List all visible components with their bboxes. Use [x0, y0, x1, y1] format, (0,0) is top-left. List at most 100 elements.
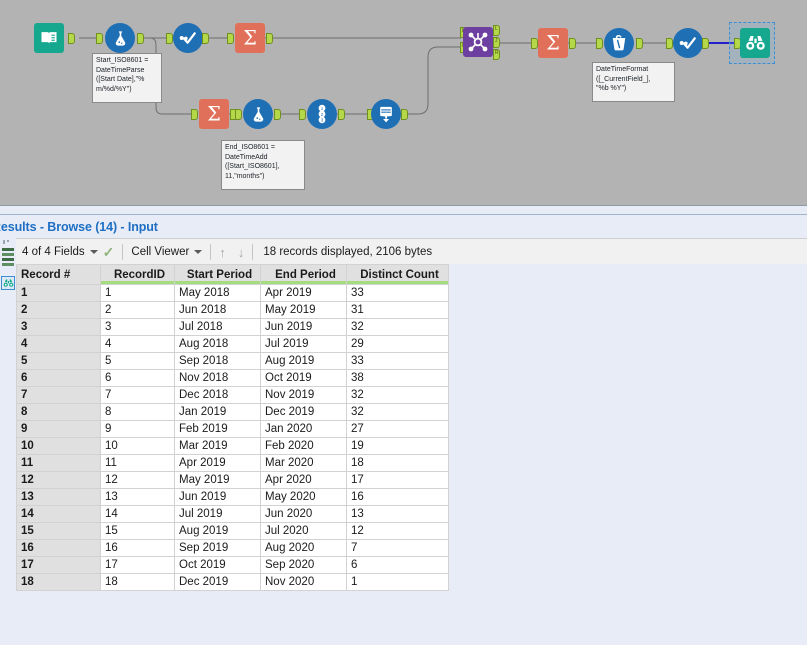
cell-distinct-count[interactable]: 7: [346, 539, 449, 557]
cell-end-period[interactable]: May 2019: [260, 301, 347, 319]
cell-record-number[interactable]: 3: [16, 318, 101, 336]
output-anchor[interactable]: [266, 33, 273, 44]
arrow-up-icon[interactable]: ↑: [213, 245, 232, 260]
cell-distinct-count[interactable]: 29: [346, 335, 449, 353]
cell-end-period[interactable]: Apr 2020: [260, 471, 347, 489]
input-anchor[interactable]: [531, 38, 538, 49]
table-row[interactable]: 3 3 Jul 2018 Jun 2019 32: [16, 318, 449, 336]
cell-start-period[interactable]: Aug 2018: [174, 335, 261, 353]
cell-distinct-count[interactable]: 16: [346, 488, 449, 506]
cell-recordid[interactable]: 3: [100, 318, 175, 336]
cell-start-period[interactable]: Apr 2019: [174, 454, 261, 472]
cell-distinct-count[interactable]: 31: [346, 301, 449, 319]
table-row[interactable]: 7 7 Dec 2018 Nov 2019 32: [16, 386, 449, 404]
cell-start-period[interactable]: May 2018: [174, 284, 261, 302]
append-fields-tool[interactable]: [371, 99, 401, 129]
browse-tool[interactable]: [740, 28, 770, 58]
cell-recordid[interactable]: 18: [100, 573, 175, 591]
cell-start-period[interactable]: Jul 2018: [174, 318, 261, 336]
output-anchor[interactable]: [702, 38, 709, 49]
input-anchor[interactable]: [191, 109, 198, 120]
cell-start-period[interactable]: Jul 2019: [174, 505, 261, 523]
input-anchor[interactable]: [299, 109, 306, 120]
table-row[interactable]: 17 17 Oct 2019 Sep 2020 6: [16, 556, 449, 574]
input-data-tool[interactable]: [34, 23, 64, 53]
table-row[interactable]: 9 9 Feb 2019 Jan 2020 27: [16, 420, 449, 438]
summarize-tool[interactable]: Σ: [235, 23, 265, 53]
cell-end-period[interactable]: Dec 2019: [260, 403, 347, 421]
cell-distinct-count[interactable]: 13: [346, 505, 449, 523]
cell-distinct-count[interactable]: 33: [346, 284, 449, 302]
cell-distinct-count[interactable]: 17: [346, 471, 449, 489]
select-tool[interactable]: [173, 23, 203, 53]
cell-distinct-count[interactable]: 19: [346, 437, 449, 455]
cell-end-period[interactable]: Jun 2020: [260, 505, 347, 523]
input-anchor[interactable]: [227, 33, 234, 44]
cell-record-number[interactable]: 7: [16, 386, 101, 404]
cell-distinct-count[interactable]: 27: [346, 420, 449, 438]
cell-start-period[interactable]: Nov 2018: [174, 369, 261, 387]
cell-start-period[interactable]: Sep 2019: [174, 539, 261, 557]
cell-recordid[interactable]: 15: [100, 522, 175, 540]
column-header-start-period[interactable]: Start Period: [174, 264, 261, 285]
table-row[interactable]: 12 12 May 2019 Apr 2020 17: [16, 471, 449, 489]
cell-end-period[interactable]: May 2020: [260, 488, 347, 506]
column-header-recordid[interactable]: RecordID: [100, 264, 175, 285]
input-anchor[interactable]: [96, 33, 103, 44]
select-tool[interactable]: [673, 28, 703, 58]
table-row[interactable]: 6 6 Nov 2018 Oct 2019 38: [16, 369, 449, 387]
cell-end-period[interactable]: Nov 2019: [260, 386, 347, 404]
cell-recordid[interactable]: 6: [100, 369, 175, 387]
cell-recordid[interactable]: 10: [100, 437, 175, 455]
input-anchor[interactable]: [596, 38, 603, 49]
fields-selector[interactable]: 4 of 4 Fields ✓: [16, 239, 120, 265]
cell-start-period[interactable]: Dec 2018: [174, 386, 261, 404]
drag-grip[interactable]: [3, 240, 12, 244]
table-row[interactable]: 2 2 Jun 2018 May 2019 31: [16, 301, 449, 319]
cell-end-period[interactable]: Feb 2020: [260, 437, 347, 455]
cell-recordid[interactable]: 1: [100, 284, 175, 302]
cell-end-period[interactable]: Jun 2019: [260, 318, 347, 336]
cell-start-period[interactable]: Mar 2019: [174, 437, 261, 455]
cell-end-period[interactable]: Jul 2019: [260, 335, 347, 353]
cell-record-number[interactable]: 10: [16, 437, 101, 455]
table-row[interactable]: 18 18 Dec 2019 Nov 2020 1: [16, 573, 449, 591]
cell-recordid[interactable]: 14: [100, 505, 175, 523]
cell-distinct-count[interactable]: 32: [346, 318, 449, 336]
output-anchor[interactable]: [202, 33, 209, 44]
table-row[interactable]: 13 13 Jun 2019 May 2020 16: [16, 488, 449, 506]
cell-record-number[interactable]: 12: [16, 471, 101, 489]
list-menu-icon[interactable]: [2, 248, 14, 268]
output-anchor[interactable]: [569, 38, 576, 49]
cell-recordid[interactable]: 5: [100, 352, 175, 370]
cell-recordid[interactable]: 7: [100, 386, 175, 404]
cell-recordid[interactable]: 12: [100, 471, 175, 489]
cell-start-period[interactable]: Aug 2019: [174, 522, 261, 540]
cell-recordid[interactable]: 2: [100, 301, 175, 319]
join-tool[interactable]: [463, 27, 493, 57]
cell-recordid[interactable]: 9: [100, 420, 175, 438]
cell-start-period[interactable]: Feb 2019: [174, 420, 261, 438]
formula-tool[interactable]: [105, 23, 135, 53]
cell-recordid[interactable]: 4: [100, 335, 175, 353]
output-anchor[interactable]: [338, 109, 345, 120]
formula-tool[interactable]: [243, 99, 273, 129]
table-row[interactable]: 16 16 Sep 2019 Aug 2020 7: [16, 539, 449, 557]
column-header-distinct-count[interactable]: Distinct Count: [346, 264, 449, 285]
generate-rows-tool[interactable]: 1 2 3: [307, 99, 337, 129]
cell-end-period[interactable]: Sep 2020: [260, 556, 347, 574]
table-row[interactable]: 10 10 Mar 2019 Feb 2020 19: [16, 437, 449, 455]
table-row[interactable]: 15 15 Aug 2019 Jul 2020 12: [16, 522, 449, 540]
cell-end-period[interactable]: Aug 2019: [260, 352, 347, 370]
column-header-record-number[interactable]: Record #: [16, 264, 101, 285]
cell-recordid[interactable]: 17: [100, 556, 175, 574]
output-anchor[interactable]: [137, 33, 144, 44]
table-row[interactable]: 14 14 Jul 2019 Jun 2020 13: [16, 505, 449, 523]
column-header-end-period[interactable]: End Period: [260, 264, 347, 285]
binoculars-icon[interactable]: [1, 276, 15, 290]
output-anchor[interactable]: [401, 109, 408, 120]
cell-record-number[interactable]: 11: [16, 454, 101, 472]
cell-recordid[interactable]: 11: [100, 454, 175, 472]
cell-recordid[interactable]: 8: [100, 403, 175, 421]
cell-end-period[interactable]: Jul 2020: [260, 522, 347, 540]
